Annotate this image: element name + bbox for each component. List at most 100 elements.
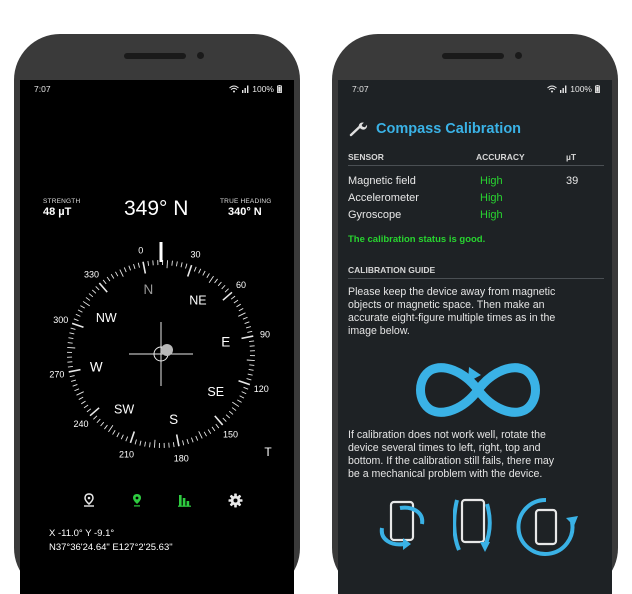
dial-tick — [203, 271, 205, 275]
compass-dial[interactable]: 0306090120150180210240270300330NNEESESSW… — [20, 232, 294, 482]
dial-tick — [84, 405, 88, 408]
status-time: 7:07 — [34, 84, 51, 94]
direction-label: W — [90, 360, 103, 375]
dial-tick — [237, 400, 241, 403]
dial-tick — [117, 433, 119, 437]
dial-tick — [243, 317, 248, 319]
status-bar: 7:07 100% — [20, 84, 294, 98]
dial-tick — [249, 341, 254, 342]
dial-tick — [93, 416, 97, 419]
dial-tick — [226, 415, 230, 418]
dial-tick — [218, 282, 221, 286]
dial-tick — [111, 274, 114, 278]
degree-label: 300 — [53, 315, 68, 325]
status-time: 7:07 — [352, 84, 369, 94]
dial-tick — [121, 435, 123, 440]
dial-tick — [244, 387, 249, 389]
dial-tick — [78, 310, 82, 312]
chart-bars-icon[interactable] — [178, 493, 192, 507]
strength-value: 48 µT — [43, 206, 71, 218]
col-header-accuracy: ACCURACY — [476, 152, 525, 162]
dial-tick — [129, 266, 131, 271]
level-bubble — [161, 344, 173, 356]
degree-label: 210 — [119, 450, 134, 460]
dial-tick — [196, 436, 198, 441]
dial-tick — [215, 416, 223, 425]
dial-tick — [247, 360, 255, 361]
direction-label: NE — [189, 293, 206, 307]
dial-tick — [194, 267, 196, 272]
compass-phone: 7:07 100% STREN — [14, 34, 300, 594]
dial-tick — [173, 442, 174, 447]
dial-tick — [68, 343, 73, 344]
dial-tick — [215, 279, 218, 283]
degree-label: 90 — [260, 329, 270, 339]
degree-label: 0 — [138, 245, 143, 255]
degree-label: 150 — [223, 429, 238, 439]
dial-tick — [120, 270, 124, 277]
dial-tick — [108, 425, 112, 432]
dial-tick — [101, 422, 104, 426]
dial-tick — [186, 264, 187, 269]
col-header-sensor: SENSOR — [348, 152, 384, 162]
dial-tick — [103, 280, 106, 284]
wrench-icon — [349, 121, 369, 137]
direction-label: S — [169, 412, 178, 427]
dial-tick — [90, 408, 99, 416]
dial-tick — [172, 261, 173, 266]
guide-paragraph-2: If calibration does not work well, rotat… — [348, 429, 610, 481]
dial-tick — [150, 442, 151, 447]
dial-tick — [199, 269, 201, 274]
dial-tick — [183, 440, 184, 445]
dial-tick — [234, 300, 238, 303]
dial-tick — [236, 304, 240, 307]
dial-tick — [188, 265, 192, 276]
dial-tick — [134, 264, 135, 269]
dial-tick — [248, 374, 253, 375]
true-north-label: T — [264, 445, 272, 459]
dial-tick — [232, 402, 239, 406]
battery-percent: 100% — [252, 84, 274, 94]
table-row-accuracy: High — [480, 175, 503, 187]
dial-tick — [223, 292, 232, 300]
dial-tick — [68, 366, 73, 367]
speaker-grille — [124, 53, 186, 59]
front-camera — [197, 52, 204, 59]
speaker-grille — [442, 53, 504, 59]
degree-label: 180 — [174, 454, 189, 464]
dial-tick — [86, 297, 90, 300]
dial-tick — [77, 392, 84, 396]
dial-tick — [222, 285, 225, 289]
heading-marker — [160, 242, 163, 262]
table-divider — [348, 165, 604, 166]
dial-tick — [204, 432, 206, 436]
strength-label: STRENGTH — [43, 198, 80, 205]
calibration-status-message: The calibration status is good. — [348, 234, 485, 245]
dial-tick — [225, 289, 229, 292]
degree-label: 240 — [73, 419, 88, 429]
map-marker-icon[interactable] — [131, 493, 143, 507]
rotate-top-bottom-icon — [453, 496, 493, 558]
guide-title: CALIBRATION GUIDE — [348, 265, 435, 275]
degree-label: 270 — [49, 370, 64, 380]
dial-tick — [71, 380, 76, 381]
table-row-accuracy: High — [480, 192, 503, 204]
compass-screen: 7:07 100% STREN — [20, 80, 294, 594]
dial-tick — [83, 301, 90, 305]
dial-tick — [115, 272, 117, 276]
true-heading-value: 340° N — [228, 206, 262, 218]
dial-tick — [107, 277, 110, 281]
dial-tick — [89, 294, 93, 297]
battery-icon — [277, 85, 282, 93]
wifi-icon — [229, 85, 239, 93]
dial-tick — [69, 370, 81, 372]
dial-tick — [73, 384, 78, 386]
location-pin-icon[interactable] — [83, 493, 95, 507]
battery-icon — [595, 85, 600, 93]
dial-tick — [240, 396, 244, 398]
battery-percent: 100% — [570, 84, 592, 94]
gear-icon[interactable] — [228, 493, 243, 508]
dial-tick — [207, 273, 210, 277]
gps-readout: N37°36'24.64" E127°2'25.63" — [49, 542, 173, 553]
dial-tick — [239, 381, 250, 385]
